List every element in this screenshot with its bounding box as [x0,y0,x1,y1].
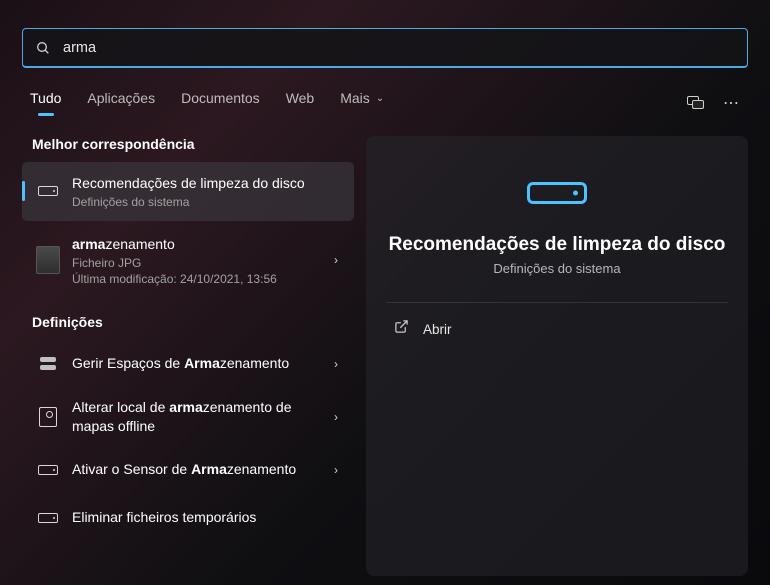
section-best-match: Melhor correspondência [22,136,354,152]
disk-icon [36,506,60,530]
result-subtitle: Definições do sistema [72,195,342,209]
chevron-right-icon[interactable]: › [330,357,342,371]
tab-apps[interactable]: Aplicações [87,90,155,116]
result-setting-manage-storage[interactable]: Gerir Espaços de Armazenamento › [22,340,354,388]
result-title: Gerir Espaços de Armazenamento [72,354,318,373]
result-file-type: Ficheiro JPG [72,256,318,270]
disk-icon [36,179,60,203]
tab-web[interactable]: Web [286,90,315,116]
search-across-devices-icon[interactable] [687,96,705,110]
tab-more[interactable]: Mais⌄ [340,90,384,116]
section-settings: Definições [22,314,354,330]
result-title: Recomendações de limpeza do disco [72,174,342,193]
search-box[interactable] [22,28,748,68]
result-setting-offline-maps[interactable]: Alterar local de armazenamento de mapas … [22,388,354,446]
more-options-icon[interactable]: ⋯ [723,93,740,113]
preview-subtitle: Definições do sistema [493,261,620,276]
result-setting-delete-temp[interactable]: Eliminar ficheiros temporários [22,494,354,542]
search-icon [35,40,51,56]
file-icon [36,248,60,272]
storage-icon [36,352,60,376]
disk-icon [527,182,587,204]
action-open[interactable]: Abrir [386,303,728,339]
preview-title: Recomendações de limpeza do disco [389,234,726,256]
open-external-icon [394,319,409,339]
result-file-date: Última modificação: 24/10/2021, 13:56 [72,272,318,286]
chevron-right-icon[interactable]: › [330,253,342,267]
filter-tabs: Tudo Aplicações Documentos Web Mais⌄ ⋯ [0,78,770,116]
preview-panel: Recomendações de limpeza do disco Defini… [366,136,748,576]
chevron-right-icon[interactable]: › [330,410,342,424]
tab-all[interactable]: Tudo [30,90,61,116]
chevron-down-icon: ⌄ [376,93,384,104]
result-title: Ativar o Sensor de Armazenamento [72,460,318,479]
action-label: Abrir [423,322,452,337]
result-best-match[interactable]: Recomendações de limpeza do disco Defini… [22,162,354,221]
result-title: Alterar local de armazenamento de mapas … [72,398,318,436]
result-file[interactable]: armazenamento Ficheiro JPG Última modifi… [22,225,354,296]
result-title: armazenamento [72,235,318,254]
disk-icon [36,458,60,482]
chevron-right-icon[interactable]: › [330,463,342,477]
result-title: Eliminar ficheiros temporários [72,508,342,527]
result-setting-storage-sense[interactable]: Ativar o Sensor de Armazenamento › [22,446,354,494]
search-input[interactable] [63,40,735,56]
tab-docs[interactable]: Documentos [181,90,260,116]
map-icon [36,405,60,429]
